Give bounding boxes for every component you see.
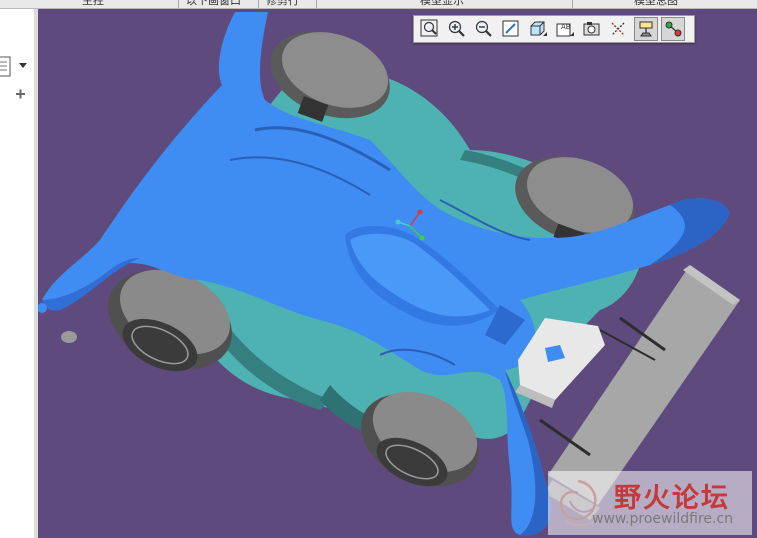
menu-item-model-tree[interactable]: 模型总图 (634, 0, 678, 8)
repaint-button[interactable] (499, 17, 523, 41)
watermark-url: www.proewildfire.cn (592, 511, 734, 527)
coordinate-systems-icon (665, 21, 682, 37)
datum-planes-icon (639, 21, 653, 37)
menu-separator (178, 0, 179, 8)
svg-text:AB: AB (561, 23, 571, 31)
repaint-icon (502, 20, 519, 37)
saved-views-icon: AB (556, 23, 574, 37)
dropdown-arrow-icon[interactable] (19, 63, 27, 68)
menu-separator (316, 0, 317, 8)
graphics-window[interactable] (38, 9, 757, 538)
datum-axes-icon (611, 22, 625, 36)
model-tree-panel (0, 9, 35, 538)
menu-separator (572, 0, 573, 8)
menu-item-trim[interactable]: 修剪行 (266, 0, 299, 8)
view-manager-icon (583, 22, 600, 36)
view-manager-button[interactable] (580, 17, 604, 41)
document-icon[interactable] (0, 56, 11, 77)
display-style-button[interactable] (526, 17, 550, 41)
pin (61, 331, 77, 343)
refit-zoom-button[interactable] (418, 17, 442, 41)
zoom-in-button[interactable] (445, 17, 469, 41)
plus-icon[interactable] (16, 89, 25, 99)
zoom-out-button[interactable] (472, 17, 496, 41)
zoom-out-icon (475, 20, 492, 37)
datum-axes-button[interactable] (607, 17, 631, 41)
menu-item-main[interactable]: 主控 (82, 0, 104, 8)
top-menu-bar: 主控 以下画窗口 修剪行 模型显示 模型总图 (0, 0, 757, 9)
zoom-in-icon (448, 20, 465, 37)
car-model[interactable] (38, 9, 757, 538)
saved-views-button[interactable]: AB (553, 17, 577, 41)
refit-zoom-icon (420, 19, 438, 37)
coordinate-systems-button[interactable] (661, 17, 685, 41)
datum-planes-button[interactable] (634, 17, 658, 41)
menu-separator (258, 0, 259, 8)
watermark-title: 野火论坛 (614, 483, 730, 514)
display-style-icon (530, 21, 547, 36)
view-toolbar: AB (413, 15, 695, 43)
menu-item-model-display[interactable]: 模型显示 (420, 0, 464, 8)
menu-item-window[interactable]: 以下画窗口 (186, 0, 241, 8)
